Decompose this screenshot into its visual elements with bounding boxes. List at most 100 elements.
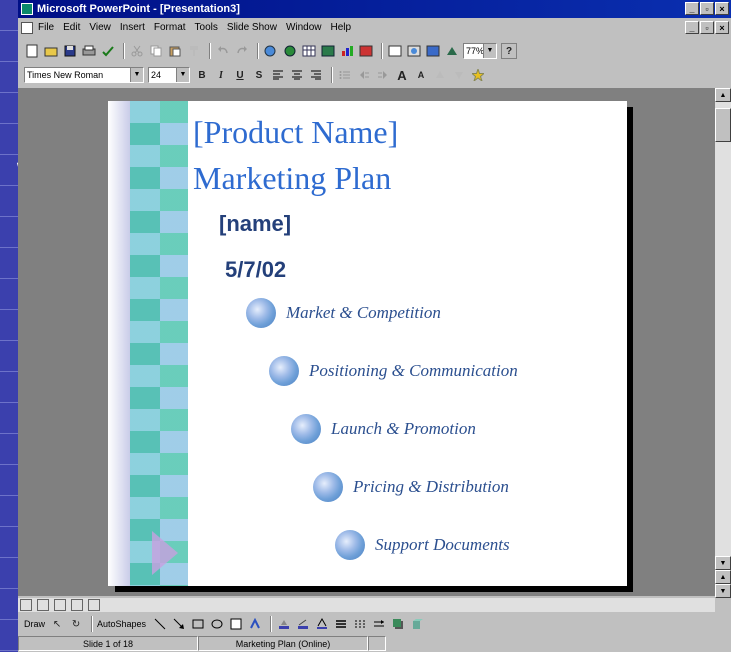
menu-format[interactable]: Format xyxy=(154,18,186,38)
scroll-thumb[interactable] xyxy=(715,108,731,142)
zoom-select[interactable]: 77% ▼ xyxy=(463,43,497,59)
format-painter-icon[interactable] xyxy=(186,43,202,59)
grayscale-icon[interactable] xyxy=(444,43,460,59)
previous-slide-icon[interactable]: ▲ xyxy=(715,570,731,584)
slide-show-view-icon[interactable] xyxy=(88,599,100,611)
oval-icon[interactable] xyxy=(209,616,225,632)
font-size-select[interactable]: 24 ▼ xyxy=(148,67,190,83)
line-icon[interactable] xyxy=(152,616,168,632)
doc-close-button[interactable]: × xyxy=(715,21,729,34)
chevron-down-icon[interactable]: ▼ xyxy=(176,68,189,82)
menu-view[interactable]: View xyxy=(89,18,111,38)
text-box-icon[interactable] xyxy=(228,616,244,632)
move-down-icon[interactable] xyxy=(451,67,467,83)
free-rotate-icon[interactable]: ↻ xyxy=(68,616,84,632)
menu-file[interactable]: File xyxy=(38,18,54,38)
slide-sorter-view-icon[interactable] xyxy=(71,599,83,611)
spelling-icon[interactable] xyxy=(100,43,116,59)
animation-effects-icon[interactable] xyxy=(470,67,486,83)
align-center-icon[interactable] xyxy=(289,67,305,83)
shadow-icon[interactable] xyxy=(390,616,406,632)
normal-view-icon[interactable] xyxy=(20,599,32,611)
increase-font-button[interactable]: A xyxy=(394,67,410,83)
undo-icon[interactable] xyxy=(215,43,231,59)
menu-window[interactable]: Window xyxy=(286,18,322,38)
insert-clipart-icon[interactable] xyxy=(358,43,374,59)
slide-presenter-name[interactable]: [name] xyxy=(219,211,291,237)
new-slide-icon[interactable] xyxy=(387,43,403,59)
apply-design-icon[interactable] xyxy=(425,43,441,59)
document-icon[interactable] xyxy=(21,22,33,34)
align-left-icon[interactable] xyxy=(270,67,286,83)
print-icon[interactable] xyxy=(81,43,97,59)
insert-excel-icon[interactable] xyxy=(320,43,336,59)
line-color-icon[interactable] xyxy=(295,616,311,632)
underline-button[interactable]: U xyxy=(232,67,248,83)
outline-view-icon[interactable] xyxy=(37,599,49,611)
menu-tools[interactable]: Tools xyxy=(195,18,218,38)
slide-date[interactable]: 5/7/02 xyxy=(225,257,286,283)
bullets-icon[interactable] xyxy=(337,67,353,83)
select-objects-icon[interactable]: ↖ xyxy=(49,616,65,632)
font-color-icon[interactable] xyxy=(314,616,330,632)
slide-layout-icon[interactable] xyxy=(406,43,422,59)
draw-menu[interactable]: Draw xyxy=(24,619,45,629)
vertical-scrollbar[interactable]: ▲ ▼ ▲ ▼ xyxy=(715,88,731,598)
scroll-down-icon[interactable]: ▼ xyxy=(715,556,731,570)
bullet-item[interactable]: Launch & Promotion xyxy=(291,414,476,444)
bullet-item[interactable]: Market & Competition xyxy=(246,298,441,328)
bullet-item[interactable]: Support Documents xyxy=(335,530,510,560)
doc-restore-button[interactable]: ▫ xyxy=(700,21,714,34)
copy-icon[interactable] xyxy=(148,43,164,59)
minimize-button[interactable]: _ xyxy=(685,2,699,15)
help-icon[interactable]: ? xyxy=(501,43,517,59)
menu-insert[interactable]: Insert xyxy=(120,18,145,38)
align-right-icon[interactable] xyxy=(308,67,324,83)
bold-button[interactable]: B xyxy=(194,67,210,83)
decrease-font-button[interactable]: A xyxy=(413,67,429,83)
hyperlink-icon[interactable] xyxy=(263,43,279,59)
next-slide-icon[interactable]: ▼ xyxy=(715,584,731,598)
slide-editing-area[interactable]: [Product Name] Marketing Plan [name] 5/7… xyxy=(18,88,715,596)
rectangle-icon[interactable] xyxy=(190,616,206,632)
paste-icon[interactable] xyxy=(167,43,183,59)
insert-table-icon[interactable] xyxy=(301,43,317,59)
chevron-down-icon[interactable]: ▼ xyxy=(130,68,143,82)
arrow-style-icon[interactable] xyxy=(371,616,387,632)
new-icon[interactable] xyxy=(24,43,40,59)
slide-view-icon[interactable] xyxy=(54,599,66,611)
bullet-item[interactable]: Pricing & Distribution xyxy=(313,472,509,502)
open-icon[interactable] xyxy=(43,43,59,59)
powerpoint-app-icon[interactable] xyxy=(21,3,33,15)
font-select[interactable]: Times New Roman ▼ xyxy=(24,67,144,83)
wordart-icon[interactable] xyxy=(247,616,263,632)
cut-icon[interactable] xyxy=(129,43,145,59)
arrow-icon[interactable] xyxy=(171,616,187,632)
bullet-item[interactable]: Positioning & Communication xyxy=(269,356,518,386)
restore-button[interactable]: ▫ xyxy=(700,2,714,15)
fill-color-icon[interactable] xyxy=(276,616,292,632)
web-toolbar-icon[interactable] xyxy=(282,43,298,59)
slide-title[interactable]: [Product Name] xyxy=(193,113,398,151)
redo-icon[interactable] xyxy=(234,43,250,59)
menu-edit[interactable]: Edit xyxy=(63,18,80,38)
move-up-icon[interactable] xyxy=(432,67,448,83)
line-style-icon[interactable] xyxy=(333,616,349,632)
text-shadow-button[interactable]: S xyxy=(251,67,267,83)
slide-canvas[interactable]: [Product Name] Marketing Plan [name] 5/7… xyxy=(108,101,627,586)
save-icon[interactable] xyxy=(62,43,78,59)
slide-subtitle[interactable]: Marketing Plan xyxy=(193,159,391,197)
menu-slide-show[interactable]: Slide Show xyxy=(227,18,277,38)
italic-button[interactable]: I xyxy=(213,67,229,83)
close-button[interactable]: × xyxy=(715,2,729,15)
doc-minimize-button[interactable]: _ xyxy=(685,21,699,34)
insert-chart-icon[interactable] xyxy=(339,43,355,59)
scroll-up-icon[interactable]: ▲ xyxy=(715,88,731,102)
menu-help[interactable]: Help xyxy=(331,18,352,38)
dash-style-icon[interactable] xyxy=(352,616,368,632)
autoshapes-menu[interactable]: AutoShapes xyxy=(97,619,146,629)
chevron-down-icon[interactable]: ▼ xyxy=(483,44,496,58)
promote-icon[interactable] xyxy=(356,67,372,83)
3d-icon[interactable] xyxy=(409,616,425,632)
demote-icon[interactable] xyxy=(375,67,391,83)
